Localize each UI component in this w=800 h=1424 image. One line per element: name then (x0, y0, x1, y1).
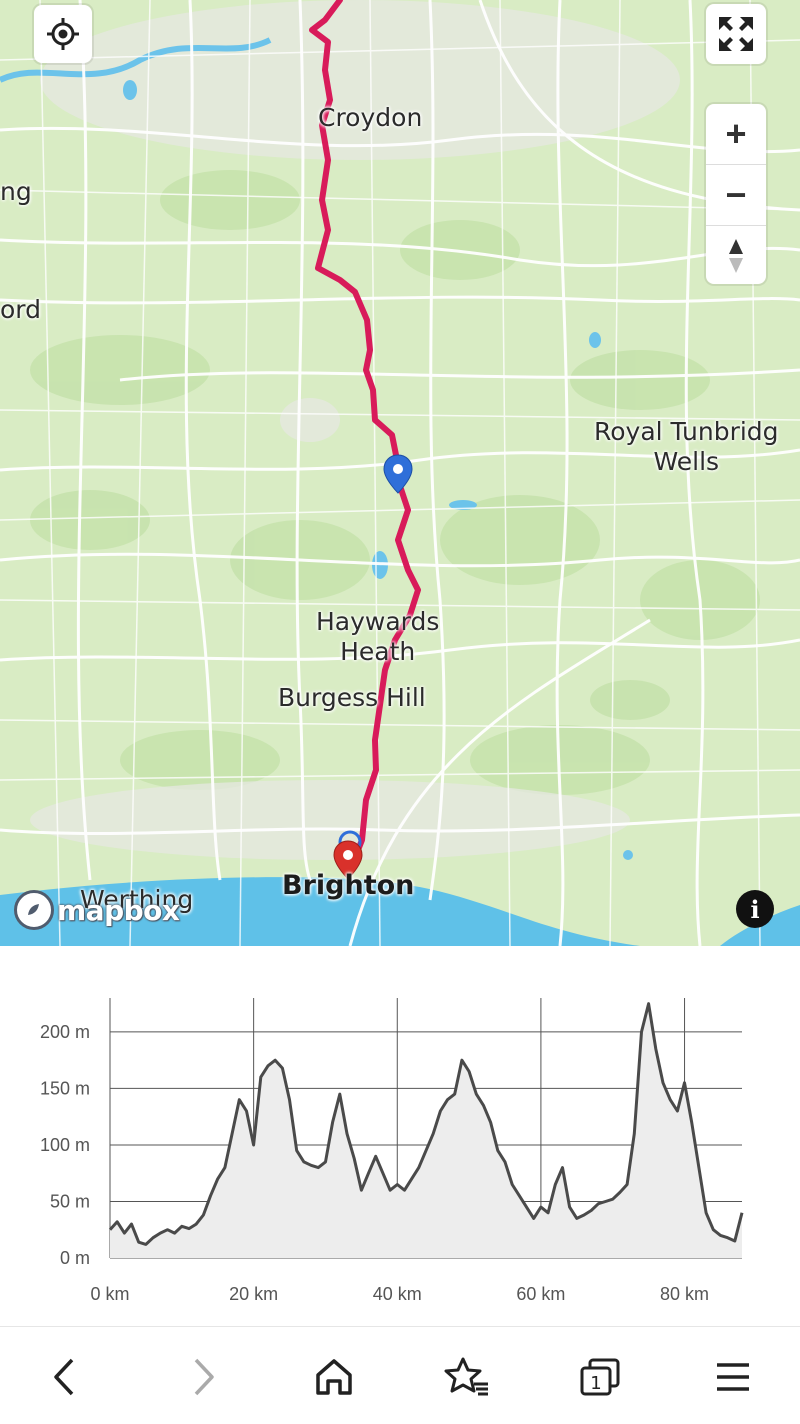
x-tick-label: 40 km (373, 1284, 422, 1304)
y-tick-label: 100 m (40, 1135, 90, 1155)
mapbox-mark-icon (14, 890, 54, 930)
elevation-chart: 0 m 50 m 100 m 150 m 200 m 0 km 20 km 40 km 60 k… (0, 946, 800, 1326)
attribution-info-button[interactable]: i (736, 890, 774, 928)
tabs-icon: 1 (578, 1357, 622, 1397)
elevation-profile: 0 m 50 m 100 m 150 m 200 m 0 km 20 km 40 km 60 k… (0, 946, 800, 1326)
place-label-tunbridge-wells: Royal Tunbridg Wells (594, 417, 779, 477)
browser-toolbar: 1 (0, 1326, 800, 1424)
x-tick-label: 80 km (660, 1284, 709, 1304)
map-view[interactable]: Croydon ng ord Royal Tunbridg Wells Hayw… (0, 0, 800, 946)
chevron-right-icon (188, 1357, 218, 1397)
mapbox-wordmark: mapbox (57, 894, 179, 927)
home-icon (313, 1357, 355, 1397)
y-tick-label: 150 m (40, 1078, 90, 1098)
zoom-in-button[interactable]: + (706, 104, 766, 165)
place-label-brighton: Brighton (282, 871, 414, 901)
mapbox-logo[interactable]: mapbox (14, 890, 179, 930)
compass-button[interactable] (706, 226, 766, 286)
locate-me-button[interactable] (34, 5, 92, 63)
x-tick-label: 0 km (90, 1284, 129, 1304)
forward-button[interactable] (173, 1347, 233, 1407)
x-tick-label: 20 km (229, 1284, 278, 1304)
zoom-controls: + − (706, 104, 766, 284)
place-label-burgess-hill: Burgess Hill (278, 683, 426, 713)
tabs-button[interactable]: 1 (570, 1347, 630, 1407)
menu-button[interactable] (703, 1347, 763, 1407)
y-tick-label: 200 m (40, 1022, 90, 1042)
y-tick-label: 50 m (50, 1191, 90, 1211)
expand-icon (716, 14, 756, 54)
crosshair-icon (46, 17, 80, 51)
compass-icon (726, 236, 746, 276)
waypoint-marker-blue[interactable] (383, 454, 413, 494)
back-button[interactable] (35, 1347, 95, 1407)
place-label-partial-1: ng (0, 177, 32, 207)
place-label-croydon: Croydon (318, 103, 422, 133)
x-tick-label: 60 km (516, 1284, 565, 1304)
place-label-partial-2: ord (0, 295, 41, 325)
fullscreen-button[interactable] (706, 4, 766, 64)
hamburger-menu-icon (713, 1357, 753, 1397)
home-button[interactable] (304, 1347, 364, 1407)
chevron-left-icon (50, 1357, 80, 1397)
elevation-area-fill (110, 1004, 742, 1258)
place-label-haywards-heath: Haywards Heath (316, 607, 439, 667)
y-tick-label: 0 m (60, 1248, 90, 1268)
tabs-count: 1 (590, 1373, 601, 1394)
bookmarks-button[interactable] (437, 1347, 497, 1407)
zoom-out-button[interactable]: − (706, 165, 766, 226)
star-list-icon (444, 1356, 490, 1398)
